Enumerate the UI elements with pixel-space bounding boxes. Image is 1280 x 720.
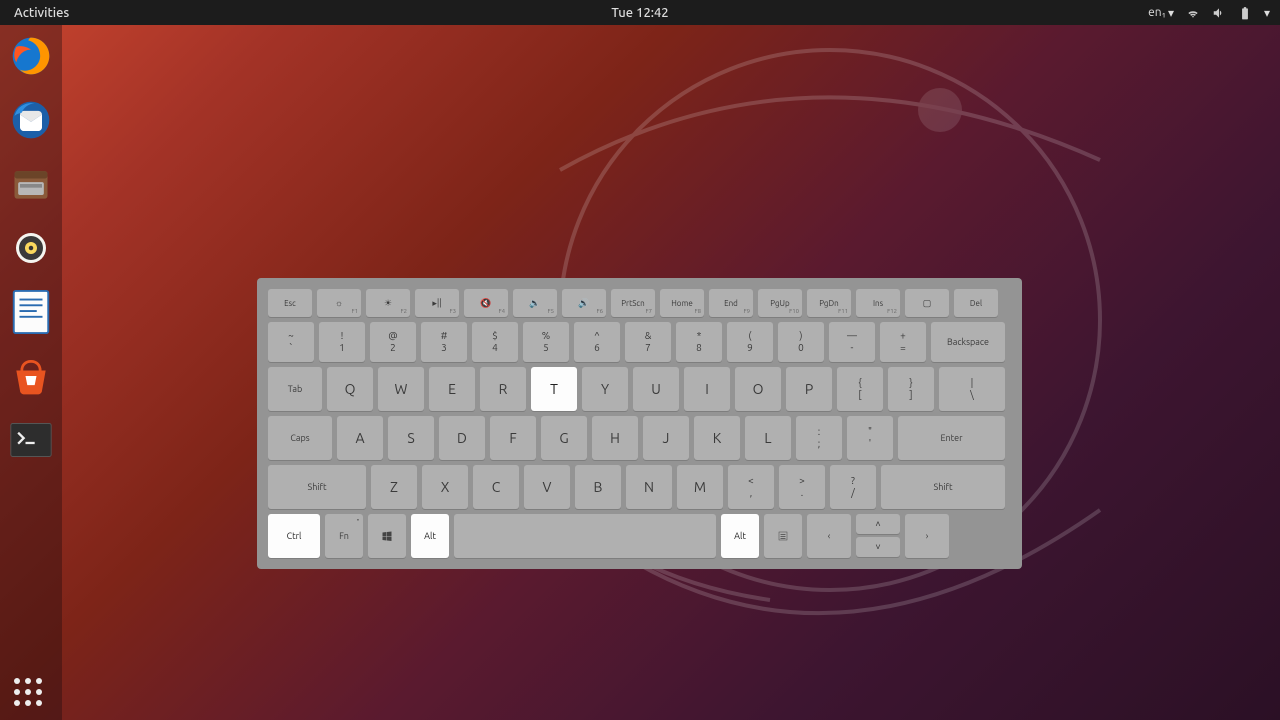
key-ctrl[interactable]: Ctrl <box>268 514 320 558</box>
key-h[interactable]: H <box>592 416 638 460</box>
key-alt[interactable]: Alt <box>411 514 449 558</box>
key-caps[interactable]: Caps <box>268 416 332 460</box>
key-k[interactable]: K <box>694 416 740 460</box>
key-y[interactable]: Y <box>582 367 628 411</box>
key-[interactable]: )0 <box>778 322 824 362</box>
key-[interactable]: >. <box>779 465 825 509</box>
clock[interactable]: Tue 12:42 <box>611 6 668 20</box>
key-[interactable]: (9 <box>727 322 773 362</box>
system-menu-chevron[interactable]: ▾ <box>1264 6 1270 20</box>
key-home[interactable]: HomeF8 <box>660 289 704 317</box>
key-[interactable]: @2 <box>370 322 416 362</box>
dock <box>0 25 62 720</box>
key-ins[interactable]: InsF12 <box>856 289 900 317</box>
key-blank[interactable] <box>764 514 802 558</box>
dock-thunderbird[interactable] <box>8 97 54 143</box>
show-applications-button[interactable] <box>14 678 42 706</box>
key-u[interactable]: U <box>633 367 679 411</box>
key-esc[interactable]: Esc <box>268 289 312 317</box>
key-end[interactable]: EndF9 <box>709 289 753 317</box>
system-tray[interactable]: en₁ ▾ ▾ <box>1148 6 1280 20</box>
key-pgdn[interactable]: PgDnF11 <box>807 289 851 317</box>
key-d[interactable]: D <box>439 416 485 460</box>
network-icon[interactable] <box>1186 6 1200 20</box>
key-blank[interactable] <box>454 514 716 558</box>
key-del[interactable]: Del <box>954 289 998 317</box>
key-q[interactable]: Q <box>327 367 373 411</box>
key-[interactable]: <, <box>728 465 774 509</box>
dock-writer[interactable] <box>8 289 54 335</box>
key-[interactable]: %5 <box>523 322 569 362</box>
key-play[interactable]: ▸||F3 <box>415 289 459 317</box>
key-[interactable]: ^6 <box>574 322 620 362</box>
key-[interactable]: {[ <box>837 367 883 411</box>
key-z[interactable]: Z <box>371 465 417 509</box>
key-[interactable]: ‹ <box>807 514 851 558</box>
key-w[interactable]: W <box>378 367 424 411</box>
key-[interactable]: :; <box>796 416 842 460</box>
dock-software[interactable] <box>8 353 54 399</box>
key-[interactable]: › <box>905 514 949 558</box>
key-x[interactable]: X <box>422 465 468 509</box>
key-[interactable]: *8 <box>676 322 722 362</box>
key-[interactable]: —- <box>829 322 875 362</box>
key-voldn[interactable]: 🔉F5 <box>513 289 557 317</box>
key-c[interactable]: C <box>473 465 519 509</box>
key-sundn[interactable]: ☼F1 <box>317 289 361 317</box>
key-n[interactable]: N <box>626 465 672 509</box>
key-[interactable]: ~` <box>268 322 314 362</box>
dock-rhythmbox[interactable] <box>8 225 54 271</box>
key-e[interactable]: E <box>429 367 475 411</box>
key-v[interactable]: V <box>524 465 570 509</box>
input-source-indicator[interactable]: en₁ ▾ <box>1148 6 1174 20</box>
dock-terminal[interactable] <box>8 417 54 463</box>
key-m[interactable]: M <box>677 465 723 509</box>
top-bar: Activities Tue 12:42 en₁ ▾ ▾ <box>0 0 1280 25</box>
key-shift[interactable]: Shift <box>881 465 1005 509</box>
key-i[interactable]: I <box>684 367 730 411</box>
dock-firefox[interactable] <box>8 33 54 79</box>
key-[interactable]: &7 <box>625 322 671 362</box>
key-[interactable]: ˄ <box>856 514 900 534</box>
key-alt[interactable]: Alt <box>721 514 759 558</box>
key-pgup[interactable]: PgUpF10 <box>758 289 802 317</box>
key-shift[interactable]: Shift <box>268 465 366 509</box>
key-sunup[interactable]: ☀F2 <box>366 289 410 317</box>
key-[interactable]: "' <box>847 416 893 460</box>
key-l[interactable]: L <box>745 416 791 460</box>
key-[interactable]: }] <box>888 367 934 411</box>
key-fn[interactable]: Fn• <box>325 514 363 558</box>
key-r[interactable]: R <box>480 367 526 411</box>
key-a[interactable]: A <box>337 416 383 460</box>
key-[interactable]: $4 <box>472 322 518 362</box>
key-p[interactable]: P <box>786 367 832 411</box>
key-[interactable]: #3 <box>421 322 467 362</box>
key-f[interactable]: F <box>490 416 536 460</box>
key-b[interactable]: B <box>575 465 621 509</box>
key-j[interactable]: J <box>643 416 689 460</box>
volume-icon[interactable] <box>1212 6 1226 20</box>
key-g[interactable]: G <box>541 416 587 460</box>
key-enter[interactable]: Enter <box>898 416 1005 460</box>
dock-files[interactable] <box>8 161 54 207</box>
key-tab[interactable]: Tab <box>268 367 322 411</box>
key-[interactable]: ?/ <box>830 465 876 509</box>
key-[interactable]: ˅ <box>856 537 900 557</box>
key-prtscn[interactable]: PrtScnF7 <box>611 289 655 317</box>
key-volup[interactable]: 🔊F6 <box>562 289 606 317</box>
key-[interactable]: += <box>880 322 926 362</box>
key-s[interactable]: S <box>388 416 434 460</box>
key-[interactable]: !1 <box>319 322 365 362</box>
key-[interactable]: |\ <box>939 367 1005 411</box>
battery-icon[interactable] <box>1238 6 1252 20</box>
key-proj[interactable]: ▢ <box>905 289 949 317</box>
key-t[interactable]: T <box>531 367 577 411</box>
onscreen-keyboard: Esc☼F1☀F2▸||F3🔇F4🔉F5🔊F6PrtScnF7HomeF8End… <box>257 278 1022 569</box>
key-mute[interactable]: 🔇F4 <box>464 289 508 317</box>
key-backspace[interactable]: Backspace <box>931 322 1005 362</box>
key-blank[interactable] <box>368 514 406 558</box>
key-o[interactable]: O <box>735 367 781 411</box>
activities-button[interactable]: Activities <box>0 6 83 20</box>
